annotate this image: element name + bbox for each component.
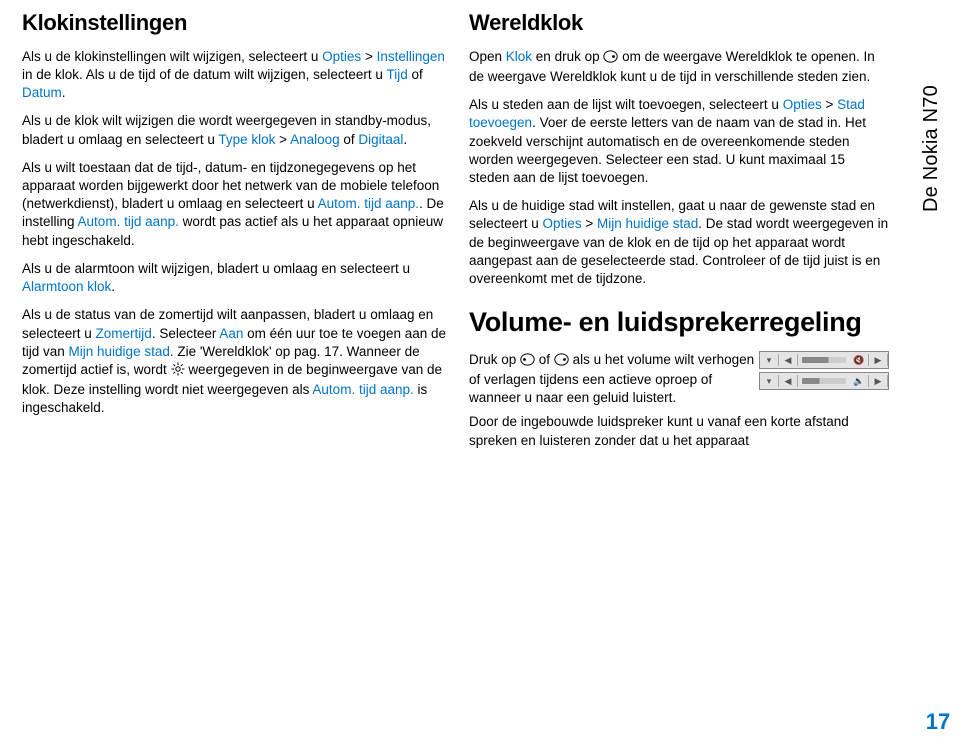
- hl-opties: Opties: [322, 49, 361, 64]
- hl-autom-3: Autom. tijd aanp.: [312, 382, 413, 397]
- hl-digitaal: Digitaal: [358, 132, 403, 147]
- heading-volume: Volume- en luidsprekerregeling: [469, 304, 889, 340]
- hl-klok: Klok: [506, 49, 532, 64]
- volume-bars-graphic: ▾ ◀ 🔇 ▶ ▾ ◀ 🔈 ▶: [759, 351, 889, 393]
- heading-wereldklok: Wereldklok: [469, 8, 889, 38]
- para-vol-1: Druk op of als u het volume wilt verhoge…: [469, 351, 755, 408]
- hl-mijn-huidige: Mijn huidige stad: [69, 344, 170, 359]
- para-kl-3: Als u wilt toestaan dat de tijd-, datum-…: [22, 159, 447, 250]
- signal-icon: ▾: [760, 354, 779, 366]
- para-vol-2: Door de ingebouwde luidspreker kunt u va…: [469, 413, 889, 449]
- speaker-icon: 🔇: [850, 354, 869, 366]
- para-wk-1: Open Klok en druk op om de weergave Were…: [469, 48, 889, 86]
- left-column: Klokinstellingen Als u de klokinstelling…: [22, 8, 469, 741]
- nav-right-key-icon: [603, 50, 618, 68]
- arrow-left-icon: ◀: [779, 354, 798, 366]
- signal-icon-2: ▾: [760, 375, 779, 387]
- hl-type-klok: Type klok: [218, 132, 275, 147]
- volume-bar-1: ▾ ◀ 🔇 ▶: [759, 351, 889, 369]
- hl-zomertijd: Zomertijd: [96, 326, 152, 341]
- para-kl-5: Als u de status van de zomertijd wilt aa…: [22, 306, 447, 417]
- nav-left-key-icon: [520, 353, 535, 371]
- volume-track: [802, 357, 846, 363]
- page-number: 17: [920, 709, 956, 735]
- volume-bar-2: ▾ ◀ 🔈 ▶: [759, 372, 889, 390]
- para-kl-1: Als u de klokinstellingen wilt wijzigen,…: [22, 48, 447, 103]
- hl-opties-3: Opties: [543, 216, 582, 231]
- hl-aan: Aan: [219, 326, 243, 341]
- arrow-right-icon-2: ▶: [869, 375, 888, 387]
- side-tab-label: De Nokia N70: [920, 0, 958, 220]
- para-kl-2: Als u de klok wilt wijzigen die wordt we…: [22, 112, 447, 148]
- para-wk-2: Als u steden aan de lijst wilt toevoegen…: [469, 96, 889, 187]
- right-column: Wereldklok Open Klok en druk op om de we…: [469, 8, 899, 741]
- hl-autom-1: Autom. tijd aanp.: [318, 196, 419, 211]
- para-vol-line: Druk op of als u het volume wilt verhoge…: [469, 351, 889, 414]
- hl-tijd: Tijd: [386, 67, 407, 82]
- sun-icon: [171, 362, 185, 381]
- volume-track-2: [802, 378, 846, 384]
- speaker-icon-2: 🔈: [850, 375, 869, 387]
- heading-klokinstellingen: Klokinstellingen: [22, 8, 447, 38]
- hl-alarmtoon: Alarmtoon klok: [22, 279, 111, 294]
- hl-mijn-huidige-2: Mijn huidige stad: [597, 216, 698, 231]
- arrow-right-icon: ▶: [869, 354, 888, 366]
- para-kl-4: Als u de alarmtoon wilt wijzigen, blader…: [22, 260, 447, 296]
- hl-autom-2: Autom. tijd aanp.: [78, 214, 179, 229]
- para-wk-3: Als u de huidige stad wilt instellen, ga…: [469, 197, 889, 288]
- hl-opties-2: Opties: [783, 97, 822, 112]
- nav-right-key-icon-2: [554, 353, 569, 371]
- hl-instellingen: Instellingen: [377, 49, 445, 64]
- arrow-left-icon-2: ◀: [779, 375, 798, 387]
- hl-analoog: Analoog: [290, 132, 340, 147]
- hl-datum: Datum: [22, 85, 62, 100]
